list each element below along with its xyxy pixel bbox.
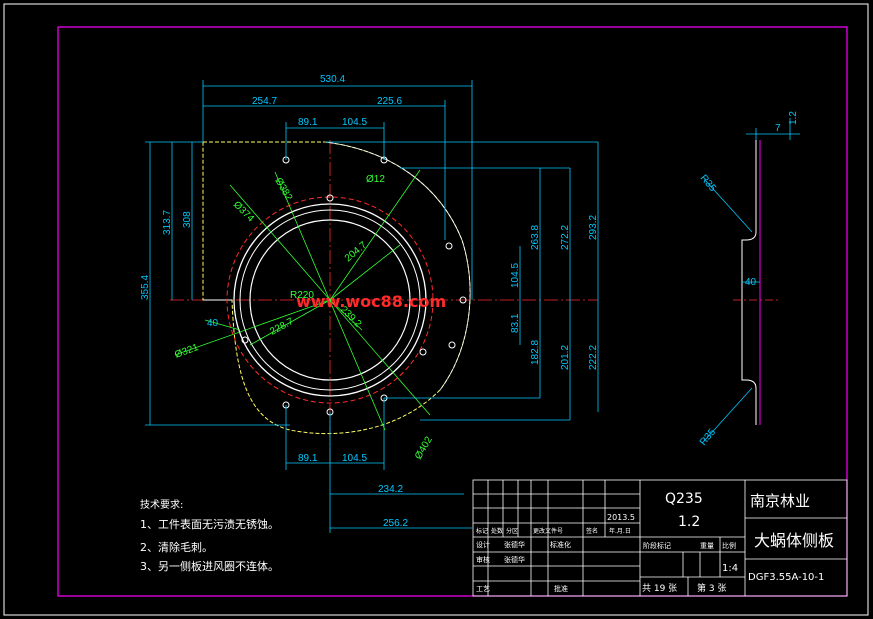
dim-dia-402: Ø402 <box>413 434 435 461</box>
dim-right-201: 201.2 <box>560 345 571 370</box>
dim-left-308: 308 <box>182 211 193 228</box>
notes-heading: 技术要求: <box>140 498 183 511</box>
weight-label: 重量 <box>700 542 714 550</box>
dim-right-182: 182.8 <box>530 340 541 365</box>
dim-left-width: 254.7 <box>252 96 277 107</box>
dim-right-83: 83.1 <box>510 313 521 333</box>
side-view: 7 1.2 40 R35 R35 <box>698 111 800 448</box>
notes-item-2: 2、清除毛刺。 <box>140 540 213 554</box>
dim-dia-12: Ø12 <box>366 174 385 185</box>
watermark: www.woc88.com <box>296 292 446 311</box>
scale-label: 比例 <box>722 541 736 550</box>
row-label-2: 分区 <box>506 527 518 535</box>
company: 南京林业 <box>750 492 810 510</box>
dim-right-272: 272.2 <box>560 225 571 250</box>
main-view: 530.4 254.7 225.6 89.1 104.5 89.1 104.5 … <box>140 74 599 533</box>
designer-name: 张德华 <box>504 540 525 549</box>
dim-r-204: 204.7 <box>343 240 370 265</box>
dim-left-313: 313.7 <box>162 210 173 235</box>
dim-dia-374: Ø374 <box>231 199 256 224</box>
dim-r-228: 228.7 <box>268 316 296 338</box>
dim-top-hole-right: 104.5 <box>342 117 367 128</box>
design-label: 设计 <box>476 540 490 549</box>
side-r35-bottom: R35 <box>698 426 719 447</box>
dim-small-40: 40 <box>207 318 219 329</box>
dim-top-hole-left: 89.1 <box>298 117 318 128</box>
drawing-no: DGF3.55A-10-1 <box>748 572 824 583</box>
dim-dia-382: Ø382 <box>272 176 294 203</box>
dim-bottom-256: 256.2 <box>383 518 408 529</box>
row-label-3: 更改文件号 <box>533 527 563 535</box>
side-dim-1-2: 1.2 <box>788 111 799 125</box>
side-dim-7: 7 <box>775 123 781 134</box>
dim-right-222: 222.2 <box>588 345 599 370</box>
approve-label: 批准 <box>554 584 568 593</box>
dim-bottom-234: 234.2 <box>378 484 403 495</box>
sheet-no: 第 3 张 <box>697 582 726 594</box>
technical-notes: 技术要求: 1、工件表面无污渍无锈蚀。 2、清除毛刺。 3、另一侧板进风圈不连体… <box>140 498 279 573</box>
sheets-total: 共 19 张 <box>642 583 677 594</box>
dim-right-width: 225.6 <box>377 96 402 107</box>
part-name: 大蜗体侧板 <box>754 531 834 550</box>
standardization-label: 标准化 <box>550 540 571 549</box>
dim-bottom-hole-right: 104.5 <box>342 453 367 464</box>
row-label-4: 签名 <box>586 527 598 535</box>
date: 2013.5 <box>607 513 635 522</box>
dim-right-293: 293.2 <box>588 215 599 240</box>
row-label-1: 处数 <box>491 527 503 535</box>
row-label-5: 年.月.日 <box>609 527 631 535</box>
dim-bottom-hole-left: 89.1 <box>298 453 318 464</box>
material: Q235 <box>665 491 703 507</box>
dim-dia-321: Ø321 <box>173 342 200 361</box>
scale: 1:4 <box>722 563 738 574</box>
row-label-0: 标记 <box>476 527 488 535</box>
dim-left-355: 355.4 <box>140 275 151 300</box>
process-label: 工艺 <box>476 585 490 593</box>
side-dim-40: 40 <box>745 277 757 288</box>
reviewer-name: 张德华 <box>504 555 525 564</box>
review-label: 审核 <box>476 555 490 564</box>
notes-item-3: 3、另一侧板进风圈不连体。 <box>140 559 279 573</box>
bottom-dimensions <box>285 398 472 533</box>
cad-viewport: { "dimensions": { "overall_width": "530.… <box>0 0 873 619</box>
dim-right-104: 104.5 <box>510 263 521 288</box>
dim-overall-width: 530.4 <box>320 74 345 85</box>
dim-right-263: 263.8 <box>530 225 541 250</box>
notes-item-1: 1、工件表面无污渍无锈蚀。 <box>140 517 279 531</box>
stage-label: 阶段标记 <box>643 541 671 550</box>
drawing-canvas: 530.4 254.7 225.6 89.1 104.5 89.1 104.5 … <box>3 3 869 616</box>
thickness: 1.2 <box>678 514 700 530</box>
top-dimensions <box>202 80 473 300</box>
title-block-text: Q235 1.2 南京林业 大蜗体侧板 2013.5 1:4 共 19 张 第 … <box>476 491 834 594</box>
